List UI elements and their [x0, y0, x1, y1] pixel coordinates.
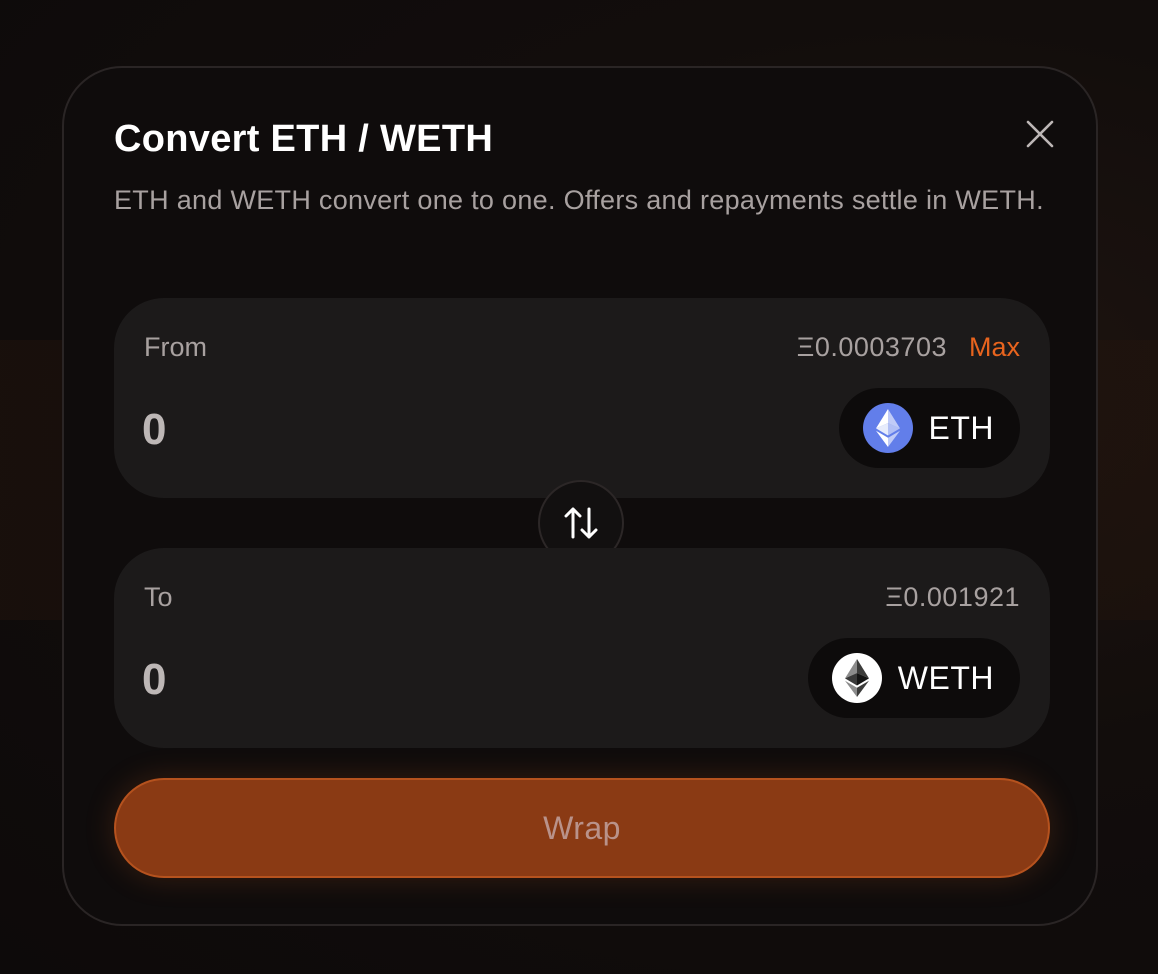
to-balance: Ξ0.001921 [885, 582, 1020, 612]
swap-arrows-icon [564, 507, 598, 539]
close-icon [1026, 120, 1054, 148]
convert-modal: Convert ETH / WETH ETH and WETH convert … [62, 66, 1098, 926]
from-token-name: ETH [928, 409, 994, 446]
from-amount-input[interactable] [142, 398, 642, 462]
to-token-name: WETH [897, 659, 994, 696]
weth-icon [831, 653, 882, 703]
to-token-selector[interactable]: WETH [807, 638, 1020, 718]
from-balance-row: Ξ0.0003703 Max [797, 332, 1020, 363]
to-amount-input[interactable] [142, 648, 642, 712]
modal-description: ETH and WETH convert one to one. Offers … [114, 185, 1044, 215]
close-button[interactable] [1020, 114, 1060, 154]
to-balance-row: Ξ0.001921 [885, 582, 1020, 613]
from-label: From [144, 332, 207, 362]
from-token-selector[interactable]: ETH [838, 388, 1020, 468]
to-card: To Ξ0.001921 WETH [114, 548, 1050, 748]
from-balance: Ξ0.0003703 [796, 332, 947, 362]
from-card: From Ξ0.0003703 Max ETH [114, 298, 1050, 498]
eth-icon [862, 403, 913, 453]
modal-title: Convert ETH / WETH [114, 118, 494, 160]
max-button[interactable]: Max [969, 332, 1020, 363]
wrap-button[interactable]: Wrap [114, 778, 1050, 878]
to-label: To [144, 582, 173, 612]
